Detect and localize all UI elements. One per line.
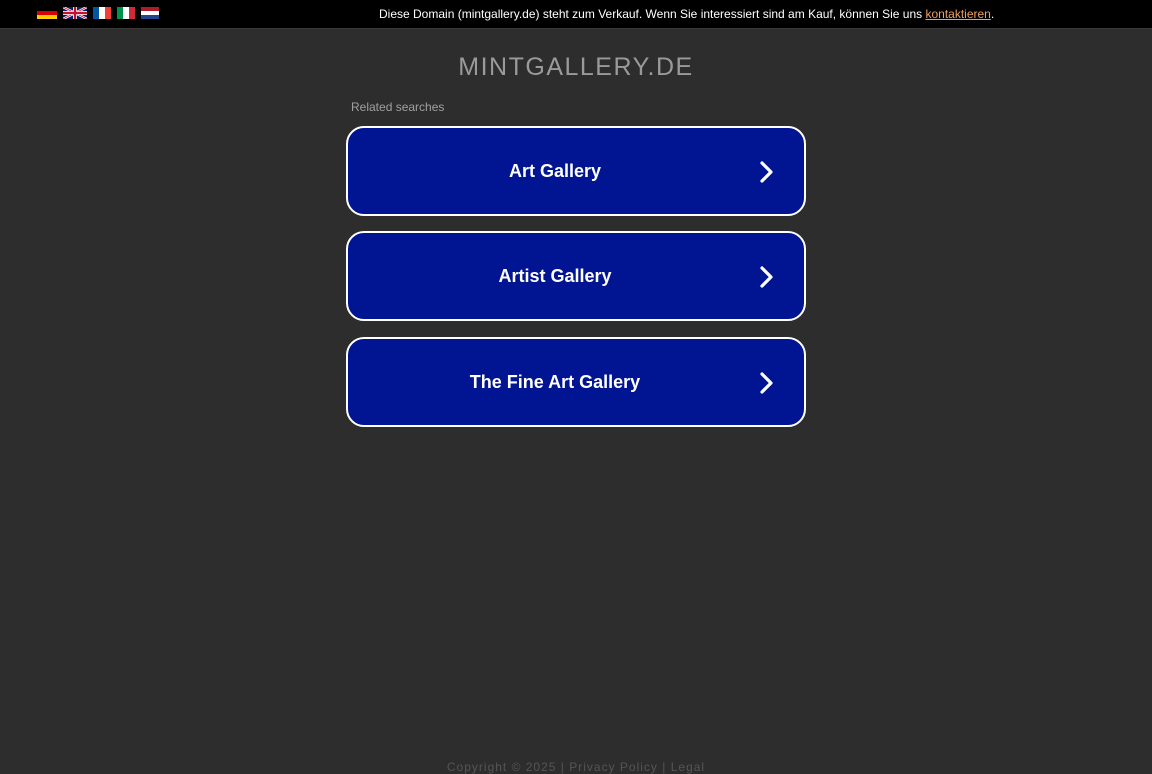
search-button-art-gallery[interactable]: Art Gallery [346,126,806,216]
footer-separator: | [657,760,671,774]
flag-de-icon[interactable] [37,7,57,19]
legal-link[interactable]: Legal [671,760,705,774]
flag-fr-icon[interactable] [93,7,111,19]
search-button-label: The Fine Art Gallery [469,372,641,392]
search-button-label: Artist Gallery [498,266,612,286]
search-button-fine-art-gallery[interactable]: The Fine Art Gallery [346,337,806,427]
flag-it-icon[interactable] [117,7,135,19]
copyright-text: Copyright © 2025 [446,760,557,774]
language-flags [37,7,165,19]
chevron-right-icon [760,266,774,288]
sale-notice: Diese Domain (mintgallery.de) steht zum … [379,8,994,21]
footer: Copyright © 2025 | Privacy Policy | Lega… [0,760,1152,774]
sale-notice-text: Diese Domain (mintgallery.de) steht zum … [379,7,926,21]
sale-notice-end: . [990,7,995,21]
domain-title: MINTGALLERY.DE [458,53,694,81]
flag-nl-icon[interactable] [141,7,159,19]
chevron-right-icon [760,372,774,394]
footer-separator: | [556,760,570,774]
privacy-policy-link[interactable]: Privacy Policy [569,760,658,774]
top-bar: Diese Domain (mintgallery.de) steht zum … [0,0,1152,29]
search-button-label: Art Gallery [508,161,602,181]
chevron-right-icon [760,161,774,183]
search-button-artist-gallery[interactable]: Artist Gallery [346,231,806,321]
related-searches-label: Related searches [351,100,445,114]
contact-link[interactable]: kontaktieren [925,7,990,21]
flag-en-icon[interactable] [63,7,87,19]
